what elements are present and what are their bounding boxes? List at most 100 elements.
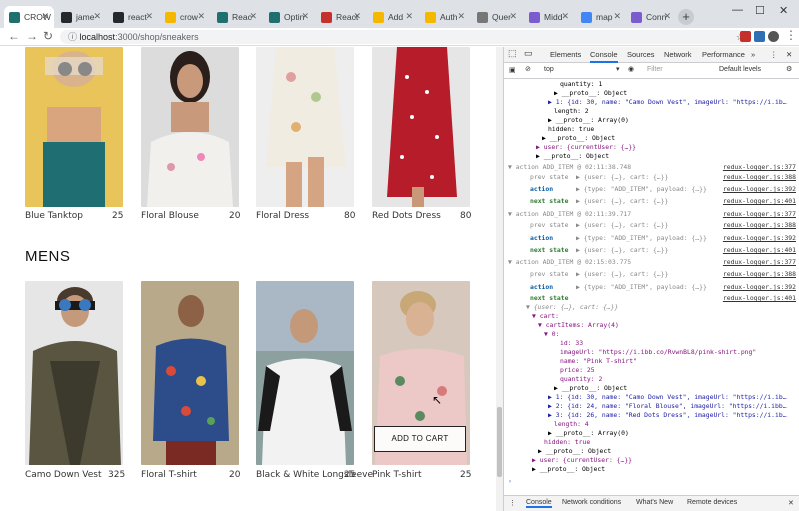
gear-icon[interactable]: ⚙ [786, 65, 792, 73]
log-line[interactable]: ▶ 2: {id: 24, name: "Floral Blouse", ima… [548, 402, 787, 410]
extension-icon[interactable] [740, 31, 751, 42]
log-line[interactable]: ▶ 1: {id: 30, name: "Camo Down Vest", im… [548, 98, 787, 106]
scrollbar-thumb[interactable] [497, 407, 502, 477]
close-icon[interactable]: ✕ [788, 499, 794, 507]
close-icon[interactable]: ✕ [509, 11, 517, 22]
log-line[interactable]: ▶ {type: "ADD_ITEM", payload: {…}} [576, 283, 707, 291]
browser-tab-9[interactable]: Quer ✕ [472, 6, 522, 28]
minimize-icon[interactable]: — [732, 4, 743, 16]
source-link[interactable]: redux-logger.js:388 [723, 221, 796, 229]
browser-tab-7[interactable]: Add ✕ [368, 6, 418, 28]
drawer-tab-console[interactable]: Console [526, 499, 552, 508]
levels-select[interactable]: Default levels [719, 66, 761, 73]
log-line[interactable]: ▶ __proto__: Object [554, 89, 627, 97]
close-icon[interactable]: ✕ [405, 11, 413, 22]
log-line[interactable]: ▶ {user: {…}, cart: {…}} [576, 221, 668, 229]
drawer-tab-whats-new[interactable]: What's New [636, 499, 673, 506]
section-title[interactable]: MENS [25, 248, 70, 265]
close-icon[interactable]: ✕ [93, 11, 101, 22]
log-line[interactable]: ▶ __proto__: Array(0) [548, 429, 629, 437]
product-image[interactable] [25, 47, 123, 207]
source-link[interactable]: redux-logger.js:388 [723, 270, 796, 278]
drawer-tab-remote-devices[interactable]: Remote devices [687, 499, 737, 506]
tab-performance[interactable]: Performance [702, 50, 745, 59]
tab-sources[interactable]: Sources [627, 50, 655, 59]
device-toolbar-icon[interactable]: ▭ [524, 48, 533, 59]
close-icon[interactable]: ✕ [663, 11, 671, 22]
log-line[interactable]: ▶ __proto__: Object [536, 152, 609, 160]
source-link[interactable]: redux-logger.js:401 [723, 294, 796, 302]
drawer-tab-network-conditions[interactable]: Network conditions [562, 499, 621, 506]
maximize-icon[interactable]: ☐ [755, 4, 765, 17]
log-line[interactable]: ▶ __proto__: Object [554, 384, 627, 392]
log-line[interactable]: ▶ {user: {…}, cart: {…}} [576, 173, 668, 181]
log-line[interactable]: ▶ __proto__: Array(0) [548, 116, 629, 124]
close-icon[interactable]: ✕ [457, 11, 465, 22]
close-icon[interactable]: ✕ [353, 11, 361, 22]
page-scrollbar[interactable] [496, 47, 503, 511]
browser-tab-0[interactable]: CROW ✕ [4, 6, 54, 28]
source-link[interactable]: redux-logger.js:392 [723, 185, 796, 193]
source-link[interactable]: redux-logger.js:388 [723, 173, 796, 181]
close-icon[interactable]: ✕ [613, 11, 621, 22]
log-line[interactable]: ▶ 3: {id: 26, name: "Red Dots Dress", im… [548, 411, 787, 419]
log-line[interactable]: ▶ {user: {…}, cart: {…}} [576, 197, 668, 205]
product-image[interactable] [141, 47, 239, 207]
close-icon[interactable]: ✕ [301, 11, 309, 22]
log-line[interactable]: ▼ {user: {…}, cart: {…}} [526, 303, 618, 311]
browser-tab-2[interactable]: react ✕ [108, 6, 158, 28]
tab-console[interactable]: Console [590, 50, 618, 63]
close-icon[interactable]: ✕ [145, 11, 153, 22]
source-link[interactable]: redux-logger.js:377 [723, 163, 796, 171]
log-group-header[interactable]: ▼ action ADD_ITEM @ 02:11:38.748 [508, 163, 631, 171]
product-image[interactable] [25, 281, 123, 465]
inspect-icon[interactable]: ⬚ [508, 48, 517, 59]
reload-icon[interactable]: ↻ [43, 29, 53, 43]
log-line[interactable]: ▶ user: {currentUser: {…}} [532, 456, 632, 464]
info-icon[interactable]: ⓘ [68, 32, 77, 42]
more-tabs-button[interactable]: » [751, 50, 755, 59]
browser-tab-12[interactable]: Conn ✕ [626, 6, 676, 28]
browser-tab-6[interactable]: React ✕ [316, 6, 366, 28]
menu-dots-icon[interactable]: ⋮ [509, 499, 516, 507]
menu-dots-icon[interactable]: ⋮ [770, 50, 778, 59]
browser-tab-8[interactable]: Auth ✕ [420, 6, 470, 28]
extension-icon[interactable] [754, 31, 765, 42]
close-icon[interactable]: ✕ [561, 11, 569, 22]
sidebar-toggle-icon[interactable]: ▣ [509, 66, 516, 74]
product-image[interactable] [256, 281, 354, 465]
tab-network[interactable]: Network [664, 50, 692, 59]
browser-tab-5[interactable]: Optin ✕ [264, 6, 314, 28]
back-icon[interactable]: ← [8, 29, 20, 43]
clear-console-icon[interactable]: ⊘ [525, 65, 531, 73]
log-line[interactable]: ▶ {user: {…}, cart: {…}} [576, 270, 668, 278]
product-image[interactable] [256, 47, 354, 207]
add-to-cart-button[interactable]: ADD TO CART [374, 426, 466, 452]
log-line[interactable]: ▼ cartItems: Array(4) [538, 321, 619, 329]
forward-icon[interactable]: → [26, 29, 38, 43]
source-link[interactable]: redux-logger.js:377 [723, 210, 796, 218]
new-tab-button[interactable]: + [678, 9, 694, 25]
source-link[interactable]: redux-logger.js:401 [723, 197, 796, 205]
source-link[interactable]: redux-logger.js:392 [723, 283, 796, 291]
log-line[interactable]: ▶ {type: "ADD_ITEM", payload: {…}} [576, 234, 707, 242]
close-icon[interactable]: ✕ [786, 50, 792, 59]
close-window-icon[interactable]: ✕ [779, 4, 788, 17]
log-group-header[interactable]: ▼ action ADD_ITEM @ 02:15:03.775 [508, 258, 631, 266]
console-prompt-icon[interactable]: › [508, 477, 512, 485]
browser-tab-4[interactable]: Reac ✕ [212, 6, 262, 28]
close-icon[interactable]: ✕ [41, 11, 49, 22]
log-line[interactable]: ▶ __proto__: Object [532, 465, 605, 473]
eye-icon[interactable]: ◉ [628, 65, 634, 73]
url-input[interactable]: ⓘ localhost:3000/shop/sneakers ☆ [60, 30, 750, 44]
close-icon[interactable]: ✕ [197, 11, 205, 22]
log-line[interactable]: ▶ __proto__: Object [542, 134, 615, 142]
filter-input[interactable]: Filter [647, 66, 663, 73]
profile-avatar[interactable] [768, 31, 779, 42]
log-line[interactable]: ▶ user: {currentUser: {…}} [536, 143, 636, 151]
menu-dots-icon[interactable]: ⋮ [785, 28, 797, 42]
source-link[interactable]: redux-logger.js:401 [723, 246, 796, 254]
log-line[interactable]: ▶ __proto__: Object [538, 447, 611, 455]
browser-tab-11[interactable]: map ✕ [576, 6, 626, 28]
source-link[interactable]: redux-logger.js:377 [723, 258, 796, 266]
